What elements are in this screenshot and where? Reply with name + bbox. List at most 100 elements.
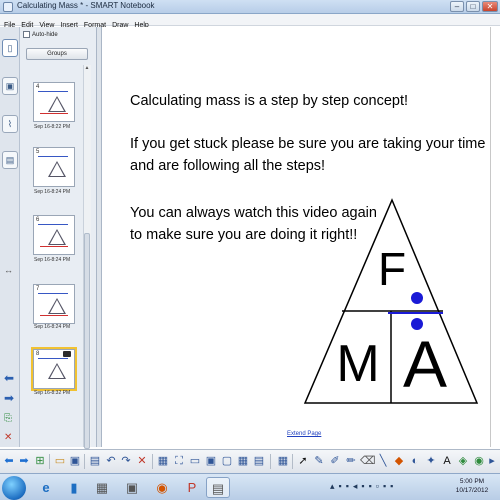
thumbnail-number: 4 <box>36 84 40 90</box>
thumbnail-line <box>38 224 68 225</box>
pen-icon[interactable]: ✎ <box>312 454 326 468</box>
creative-pen-icon[interactable]: ✐ <box>328 454 342 468</box>
text-tool-icon[interactable]: A <box>440 454 454 468</box>
maximize-button[interactable]: □ <box>466 1 480 12</box>
delete-icon[interactable]: ✕ <box>135 454 149 468</box>
thumbnail-menu-icon[interactable] <box>63 351 71 357</box>
groups-button[interactable]: Groups <box>26 48 88 60</box>
thumbnail-line <box>38 91 68 92</box>
thumbnail-line <box>38 293 68 294</box>
toolbar-separator <box>49 454 50 469</box>
clock-date: 10/17/2012 <box>455 487 489 494</box>
bottom-toolbar: ⬅ ➡ ⊞ ▭ ▣ ▤ ↶ ↷ ✕ ▦ ⛶ ▭ ▣ ▢ ▦ ▤ ▦ ➚ ✎ ✐ … <box>0 449 500 473</box>
previous-page-icon[interactable]: ⬅ <box>2 454 16 468</box>
full-screen-icon[interactable]: ⛶ <box>172 454 186 468</box>
toolbar-separator <box>84 454 85 469</box>
close-button[interactable]: ✕ <box>482 1 498 12</box>
triangle-label-a: A <box>403 327 447 401</box>
scroll-up-icon[interactable]: ▲ <box>83 65 91 73</box>
menu-bar: File Edit View Insert Format Draw Help <box>0 14 500 29</box>
thumbnail-number: 5 <box>36 149 40 155</box>
eraser-icon[interactable]: ⌫ <box>360 454 376 468</box>
next-page-icon[interactable]: ➡ <box>4 391 14 405</box>
gallery-tab[interactable]: ▣ <box>2 77 18 95</box>
toolbar-more-icon[interactable]: ▸ <box>486 454 498 468</box>
powerpoint-icon[interactable]: P <box>180 477 204 498</box>
triangle-label-m: M <box>336 335 379 393</box>
thumbnail-triangle <box>48 363 66 379</box>
open-file-icon[interactable]: ▭ <box>53 454 67 468</box>
insert-table-icon[interactable]: ▦ <box>236 454 250 468</box>
thumbnail-triangle <box>48 298 66 314</box>
magic-pen-icon[interactable]: ✦ <box>424 454 438 468</box>
window-title: Calculating Mass * - SMART Notebook <box>17 1 155 10</box>
internet-explorer-icon[interactable]: e <box>34 477 58 498</box>
windows-media-icon[interactable]: ▣ <box>120 477 144 498</box>
page-thumbnail-7[interactable]: 7 <box>33 284 75 324</box>
minimize-button[interactable]: – <box>450 1 464 12</box>
thumbnail-date: Sep 16-8:22 PM <box>34 124 71 130</box>
capture-toolbar-icon[interactable]: ▢ <box>220 454 234 468</box>
screen-shade-icon[interactable]: ▦ <box>156 454 170 468</box>
scrollbar-thumb[interactable] <box>84 233 90 449</box>
delete-page-icon[interactable]: ✕ <box>4 432 12 443</box>
redo-icon[interactable]: ↷ <box>119 454 133 468</box>
thumbnail-line <box>40 113 68 114</box>
resize-arrows-icon[interactable]: ↔ <box>4 265 13 275</box>
next-page-icon[interactable]: ➡ <box>17 454 31 468</box>
previous-page-icon[interactable]: ⬅ <box>4 371 14 385</box>
highlighter-icon[interactable]: ✏ <box>344 454 358 468</box>
show-monitor-icon[interactable]: ▭ <box>188 454 202 468</box>
thumbnail-triangle <box>48 96 66 112</box>
start-button[interactable] <box>2 476 26 500</box>
color-palette-icon[interactable]: ◉ <box>472 454 486 468</box>
paperclip-icon: ⌇ <box>7 119 13 129</box>
media-center-icon[interactable]: ▦ <box>90 477 114 498</box>
triangle-label-f: F <box>378 243 406 295</box>
attachments-tab[interactable]: ⌇ <box>2 115 18 133</box>
shapes-icon[interactable]: ◆ <box>392 454 406 468</box>
page-text-line-1[interactable]: Calculating mass is a step by step conce… <box>130 93 408 109</box>
thumbnail-date: Sep 16-8:24 PM <box>34 189 71 195</box>
toolbar-separator <box>270 454 271 469</box>
thumbnail-line <box>40 246 68 247</box>
thumbnail-line <box>38 358 68 359</box>
clock[interactable]: 5:00 PM 10/17/2012 <box>455 477 489 495</box>
fma-triangle[interactable]: F M A <box>300 195 490 410</box>
page-text-line-2[interactable]: If you get stuck please be sure you are … <box>130 136 485 152</box>
record-icon[interactable]: ▤ <box>252 454 266 468</box>
paste-icon[interactable]: ▤ <box>88 454 102 468</box>
properties-icon: ▤ <box>5 155 15 165</box>
thumbnail-date: Sep 16-8:24 PM <box>34 257 71 263</box>
fill-icon[interactable]: ◐ <box>408 454 422 468</box>
properties-icon[interactable]: ◈ <box>456 454 470 468</box>
page-thumbnail-5[interactable]: 5 <box>33 147 75 187</box>
grid-icon[interactable]: ▦ <box>276 454 290 468</box>
thumbnail-triangle <box>48 161 66 177</box>
page-thumbnail-4[interactable]: 4 <box>33 82 75 122</box>
system-tray: ▴▪▪◂▪▪▫▪▪ <box>330 481 398 491</box>
smart-notebook-taskbar-icon[interactable]: ▤ <box>206 477 230 498</box>
clock-time: 5:00 PM <box>459 478 485 485</box>
add-page-icon[interactable]: ⊞ <box>33 454 47 468</box>
extend-page-link[interactable]: Extend Page <box>287 431 321 437</box>
line-tool-icon[interactable]: ╲ <box>376 454 390 468</box>
undo-icon[interactable]: ↶ <box>104 454 118 468</box>
toolbar-separator <box>292 454 293 469</box>
autohide-checkbox[interactable]: Auto-hide <box>23 31 58 38</box>
windows-taskbar: e ▮ ▦ ▣ ◉ P ▤ ▴▪▪◂▪▪▫▪▪ 5:00 PM 10/17/20… <box>0 473 500 500</box>
page-text-line-3[interactable]: and are following all the steps! <box>130 158 325 174</box>
firefox-icon[interactable]: ◉ <box>150 477 174 498</box>
document-camera-icon[interactable]: ▣ <box>204 454 218 468</box>
page-sorter-tab[interactable]: ▯ <box>2 39 18 57</box>
division-dot-top <box>411 292 423 304</box>
properties-tab[interactable]: ▤ <box>2 151 18 169</box>
save-icon[interactable]: ▣ <box>68 454 82 468</box>
thumbnail-date: Sep 16-8:24 PM <box>34 324 71 330</box>
select-arrow-icon[interactable]: ➚ <box>296 454 310 468</box>
page-sorter-icon: ▯ <box>7 43 13 53</box>
page-thumbnail-6[interactable]: 6 <box>33 215 75 255</box>
add-page-icon[interactable]: ⎘ <box>4 413 12 424</box>
thumbnail-triangle <box>48 229 66 245</box>
notebook-app-icon[interactable]: ▮ <box>62 477 86 498</box>
